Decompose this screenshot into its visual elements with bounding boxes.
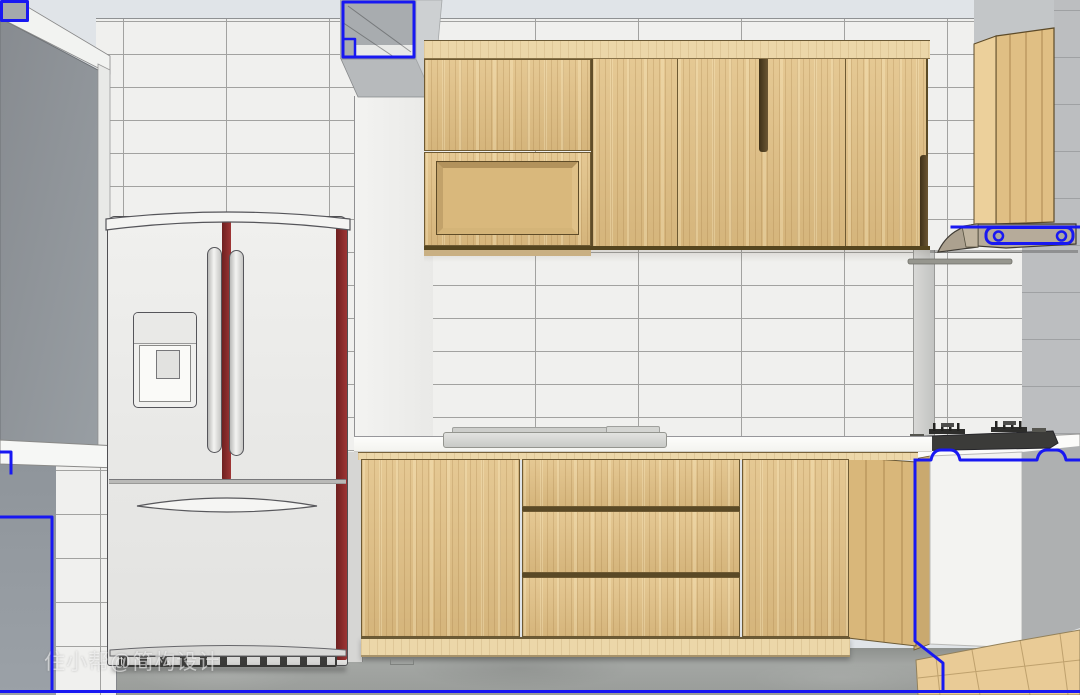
handle-groove[interactable]: [920, 155, 928, 248]
upper-left-panel-door[interactable]: [424, 152, 591, 246]
upper-door-run[interactable]: [591, 59, 928, 248]
door-gap: [677, 59, 678, 248]
drawer-top[interactable]: [522, 459, 740, 507]
base-cabinet-left-door[interactable]: [361, 459, 520, 637]
recessed-panel: [437, 162, 578, 234]
unit-side-gray: [1022, 446, 1080, 648]
drawer-bottom[interactable]: [522, 577, 740, 637]
watermark: 住小帮@简构设计: [44, 646, 220, 676]
base-cabinet-right-door[interactable]: [742, 459, 849, 637]
dispenser-top: [134, 313, 196, 344]
water-dispenser[interactable]: [133, 312, 197, 408]
unit-end-panel: [930, 452, 1022, 648]
fridge-right-trim: [336, 222, 347, 660]
drawer-middle[interactable]: [522, 511, 740, 573]
unit-wood-edge: [914, 456, 930, 650]
base-drawer-stack: [522, 459, 740, 637]
floor-vent-mark: [390, 658, 414, 665]
base-cabinet-corner-side: [848, 457, 916, 646]
dispenser-paddle: [156, 350, 180, 379]
door-gap: [845, 59, 846, 248]
fridge-handle-left[interactable]: [207, 247, 222, 453]
window-glass: [0, 18, 98, 448]
upper-left-top-door[interactable]: [424, 59, 591, 151]
right-wall-gray: [1020, 0, 1080, 460]
fridge-handle-right[interactable]: [229, 250, 244, 456]
freezer-divider: [109, 479, 346, 484]
right-counter-unit[interactable]: [914, 446, 1080, 650]
upper-cabinet-top-band: [424, 40, 930, 59]
upper-cabinet-underside: [424, 250, 591, 256]
kitchen-rendering: 住小帮@简构设计: [0, 0, 1080, 695]
toe-kick: [361, 637, 850, 657]
wall-corner-shadow: [913, 250, 935, 445]
wall-pillar: [354, 96, 433, 444]
duct-box-highlight: [356, 45, 414, 58]
sink-unit[interactable]: [443, 432, 667, 448]
handle-groove[interactable]: [759, 59, 768, 152]
